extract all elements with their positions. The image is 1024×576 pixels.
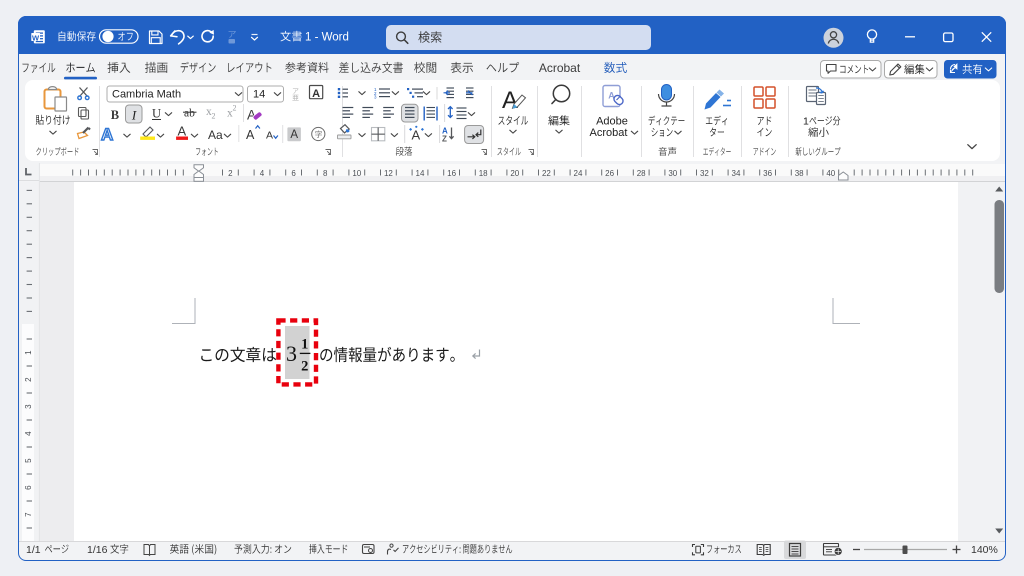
svg-text:34: 34 <box>732 169 741 178</box>
svg-text:3: 3 <box>374 95 377 100</box>
svg-text:140%: 140% <box>971 544 998 556</box>
svg-text:14: 14 <box>253 89 265 101</box>
svg-text:40: 40 <box>826 169 835 178</box>
svg-text:U: U <box>152 107 161 121</box>
svg-text:4: 4 <box>24 431 33 436</box>
svg-text:2: 2 <box>233 104 237 113</box>
svg-text:2: 2 <box>24 377 33 382</box>
svg-text:A: A <box>502 87 518 114</box>
svg-text:38: 38 <box>795 169 804 178</box>
svg-text:A: A <box>290 129 298 141</box>
svg-text:2: 2 <box>212 112 216 121</box>
svg-text:ab: ab <box>184 108 195 120</box>
svg-text:6: 6 <box>24 485 33 490</box>
svg-text:32: 32 <box>700 169 709 178</box>
svg-text:5: 5 <box>24 458 33 463</box>
svg-text:Z: Z <box>442 135 447 144</box>
svg-text:16: 16 <box>447 169 456 178</box>
svg-text:14: 14 <box>416 169 425 178</box>
svg-text:2: 2 <box>301 359 308 375</box>
svg-text:3: 3 <box>286 341 297 366</box>
svg-text:7: 7 <box>24 512 33 517</box>
svg-text:28: 28 <box>637 169 646 178</box>
svg-text:24: 24 <box>574 169 583 178</box>
svg-text:Cambria Math: Cambria Math <box>112 89 181 101</box>
svg-text:Aa: Aa <box>208 128 223 142</box>
svg-text:2: 2 <box>228 169 233 178</box>
svg-text:1: 1 <box>803 116 809 128</box>
svg-text:30: 30 <box>668 169 677 178</box>
svg-text:A: A <box>312 88 320 100</box>
svg-text:1/1: 1/1 <box>26 544 41 556</box>
svg-text:1/16: 1/16 <box>87 544 108 556</box>
svg-text:8: 8 <box>323 169 328 178</box>
svg-text:B: B <box>111 108 119 122</box>
svg-text:20: 20 <box>510 169 519 178</box>
svg-text:1: 1 <box>24 350 33 355</box>
svg-text:18: 18 <box>479 169 488 178</box>
svg-text:3: 3 <box>24 404 33 409</box>
svg-text:W: W <box>32 33 40 42</box>
svg-text:36: 36 <box>763 169 772 178</box>
svg-text:I: I <box>131 108 137 123</box>
svg-text:A: A <box>412 128 421 143</box>
svg-text:1: 1 <box>301 337 308 353</box>
svg-text:26: 26 <box>605 169 614 178</box>
svg-text:Acrobat: Acrobat <box>590 127 628 139</box>
svg-text:Adobe: Adobe <box>596 116 628 128</box>
svg-text:A: A <box>246 128 255 142</box>
svg-text:Acrobat: Acrobat <box>539 61 581 75</box>
svg-text:1 - Word: 1 - Word <box>305 32 349 44</box>
svg-text:4: 4 <box>260 169 265 178</box>
svg-text:10: 10 <box>352 169 361 178</box>
svg-text:12: 12 <box>384 169 393 178</box>
svg-text:6: 6 <box>291 169 296 178</box>
svg-text:22: 22 <box>542 169 551 178</box>
svg-text:A: A <box>178 124 187 139</box>
svg-text:A: A <box>266 130 273 142</box>
svg-text:A: A <box>101 125 113 144</box>
